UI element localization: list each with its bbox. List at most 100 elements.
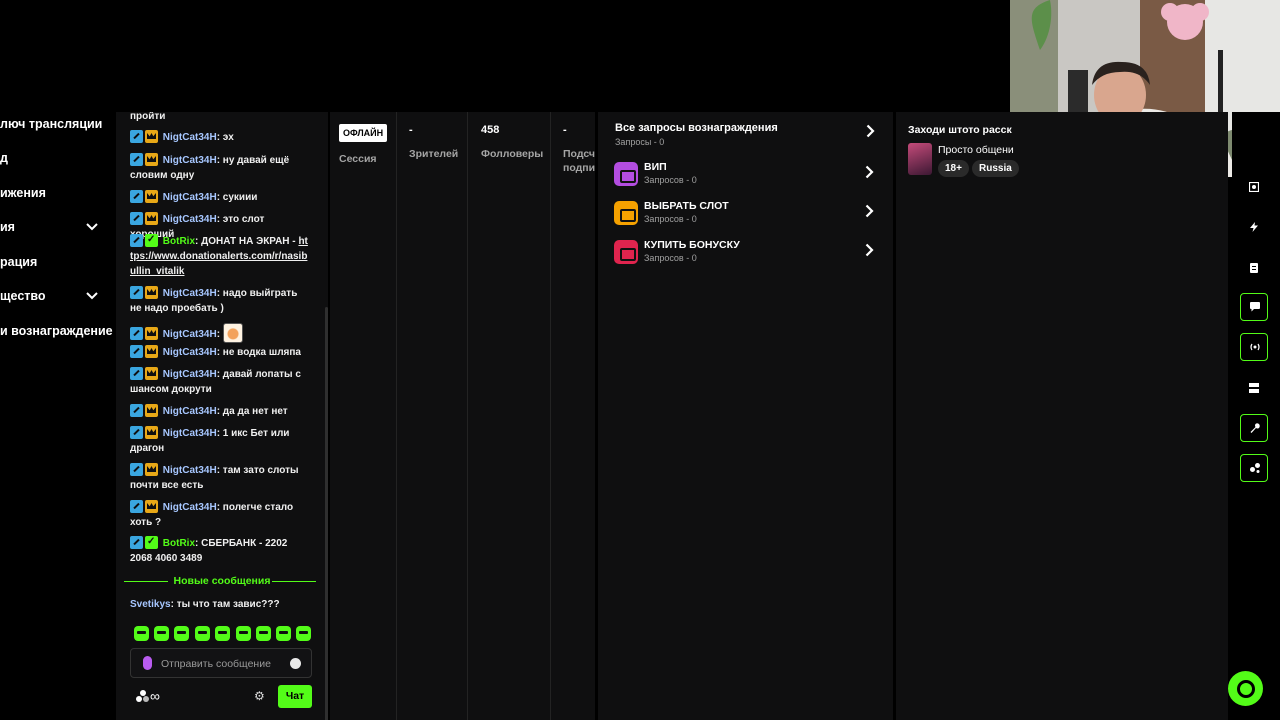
reward-requests: Запросов - 0	[644, 214, 697, 224]
emote-2-icon[interactable]	[154, 626, 169, 641]
stream-category[interactable]: Просто общени	[938, 144, 1014, 156]
broadcast-toggle-button[interactable]	[1240, 333, 1268, 361]
message-username[interactable]: NigtCat34H	[163, 155, 217, 166]
emoji-picker-icon[interactable]	[290, 658, 301, 669]
emote-9-icon[interactable]	[296, 626, 311, 641]
chat-input-box	[130, 648, 312, 678]
message-username[interactable]: NigtCat34H	[163, 288, 217, 299]
moderator-badge-icon	[130, 130, 143, 143]
nav-item-5[interactable]: рация	[0, 255, 116, 275]
moderator-badge-icon	[130, 367, 143, 380]
chat-scrollbar[interactable]	[325, 307, 328, 720]
message-username[interactable]: NigtCat34H	[163, 192, 217, 203]
chat-footer: ∞ ⚙ Чат	[130, 685, 314, 709]
message-username[interactable]: NigtCat34H	[163, 465, 217, 476]
reward-title: ВИП	[644, 161, 667, 173]
nav-item-stream-key[interactable]: люч трансляции	[0, 117, 116, 137]
category-thumbnail[interactable]	[908, 143, 932, 175]
channel-points-icon[interactable]	[136, 690, 150, 703]
nav-item-label: д	[0, 151, 8, 165]
moderator-badge-icon	[130, 190, 143, 203]
send-chat-button[interactable]: Чат	[278, 685, 312, 708]
chat-toggle-button[interactable]	[1240, 293, 1268, 321]
emote-6-icon[interactable]	[236, 626, 251, 641]
message-username[interactable]: BotRix	[163, 236, 195, 247]
chat-message-input[interactable]	[161, 655, 287, 673]
channel-points-value[interactable]: ∞	[150, 688, 160, 704]
message-username[interactable]: NigtCat34H	[163, 428, 217, 439]
moderator-badge-icon	[130, 153, 143, 166]
reward-title: ВЫБРАТЬ СЛОТ	[644, 200, 729, 212]
stream-title[interactable]: Заходи штото расск	[908, 124, 1012, 136]
subscribers-label: Подсч	[563, 148, 596, 160]
emote-image[interactable]	[222, 323, 243, 343]
verified-bot-badge-icon	[145, 534, 158, 549]
emote-8-icon[interactable]	[276, 626, 291, 641]
crown-badge-icon	[145, 190, 158, 203]
message-text: да да нет нет	[222, 406, 288, 417]
message-username[interactable]: NigtCat34H	[163, 406, 217, 417]
share-toggle-button[interactable]	[1240, 454, 1268, 482]
layout-icon[interactable]	[1249, 382, 1259, 393]
nav-item-label: и вознаграждение	[0, 324, 113, 338]
message-username[interactable]: Svetikys	[130, 599, 171, 610]
stat-subscribers: - Подсч подпи	[551, 112, 595, 720]
nav-item-label: ижения	[0, 186, 46, 200]
emote-4-icon[interactable]	[195, 626, 210, 641]
followers-value: 458	[481, 124, 500, 136]
gear-icon[interactable]: ⚙	[254, 689, 265, 703]
tools-toggle-button[interactable]	[1240, 414, 1268, 442]
reward-item-vip[interactable]: ВИП Запросов - 0	[614, 160, 876, 190]
reward-phone-icon	[614, 240, 638, 264]
moderator-badge-icon	[130, 286, 143, 299]
crown-badge-icon	[145, 130, 158, 143]
message-username[interactable]: NigtCat34H	[163, 132, 217, 143]
lightning-icon[interactable]	[1249, 221, 1259, 232]
notes-icon[interactable]	[1249, 262, 1259, 273]
chevron-right-icon[interactable]	[865, 243, 874, 262]
moderator-badge-icon	[130, 345, 143, 358]
share-icon	[1250, 463, 1260, 473]
crown-badge-icon	[145, 367, 158, 380]
message-username[interactable]: NigtCat34H	[163, 502, 217, 513]
nav-item-2[interactable]: д	[0, 151, 116, 171]
chevron-down-icon	[86, 289, 98, 303]
chevron-right-icon[interactable]	[866, 124, 875, 143]
microphone-icon[interactable]	[143, 656, 152, 670]
tag-badge[interactable]: 18+	[938, 160, 969, 177]
chevron-right-icon[interactable]	[865, 204, 874, 223]
chevron-right-icon[interactable]	[865, 165, 874, 184]
crown-badge-icon	[145, 404, 158, 417]
new-messages-divider[interactable]: Новые сообщения	[124, 575, 320, 589]
left-navigation: люч трансляции д ижения ия рация щество …	[0, 112, 116, 720]
chat-messages[interactable]: пройти NigtCat34H: эх NigtCat34H: ну дав…	[116, 112, 328, 572]
reward-item-buy-bonus[interactable]: КУПИТЬ БОНУСКУ Запросов - 0	[614, 238, 876, 268]
message-username[interactable]: NigtCat34H	[163, 347, 217, 358]
chat-message: NigtCat34H:	[130, 323, 310, 343]
stat-viewers: - Зрителей	[397, 112, 468, 720]
tag-badge[interactable]: Russia	[972, 160, 1019, 177]
nav-item-4[interactable]: ия	[0, 220, 116, 240]
message-text: пройти	[130, 112, 166, 122]
message-text: ДОНАТ НА ЭКРАН -	[201, 236, 296, 247]
chat-message: пройти	[130, 112, 310, 124]
moderator-badge-icon	[130, 212, 143, 225]
crown-badge-icon	[145, 345, 158, 358]
chat-message: NigtCat34H: да да нет нет	[130, 404, 310, 419]
message-username[interactable]: NigtCat34H	[163, 369, 217, 380]
nav-item-community[interactable]: щество	[0, 289, 116, 309]
emote-7-icon[interactable]	[256, 626, 271, 641]
viewers-label: Зрителей	[409, 148, 459, 160]
emote-1-icon[interactable]	[134, 626, 149, 641]
nav-item-3[interactable]: ижения	[0, 186, 116, 206]
nav-item-rewards[interactable]: и вознаграждение	[0, 324, 116, 344]
message-username[interactable]: BotRix	[163, 538, 195, 549]
emote-5-icon[interactable]	[215, 626, 230, 641]
message-username[interactable]: NigtCat34H	[163, 329, 217, 340]
help-chat-button[interactable]	[1228, 671, 1263, 706]
focus-icon[interactable]	[1248, 181, 1260, 193]
crown-badge-icon	[145, 500, 158, 513]
message-username[interactable]: NigtCat34H	[163, 214, 217, 225]
emote-3-icon[interactable]	[174, 626, 189, 641]
reward-item-choose-slot[interactable]: ВЫБРАТЬ СЛОТ Запросов - 0	[614, 199, 876, 229]
